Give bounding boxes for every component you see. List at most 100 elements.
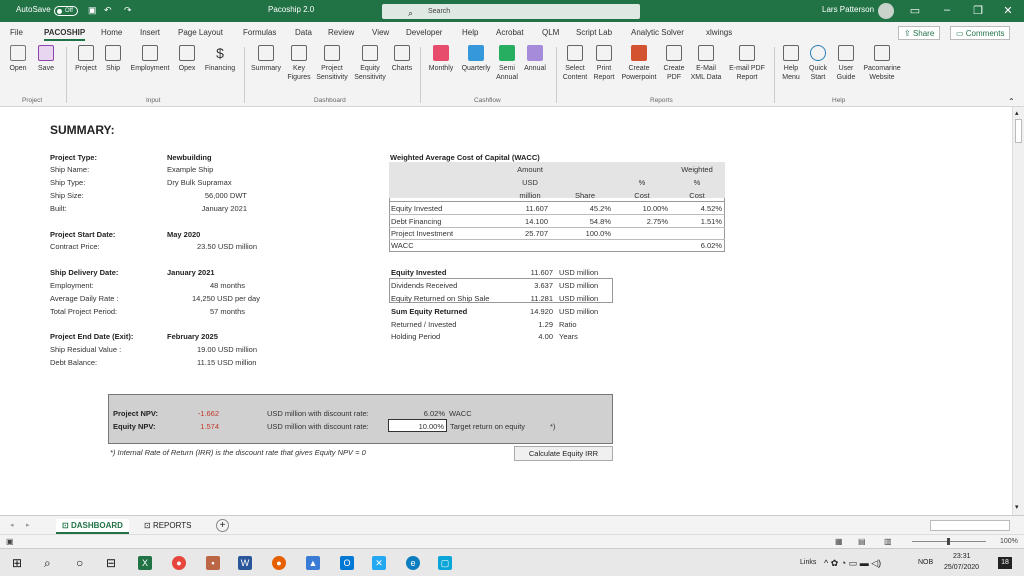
excel-icon[interactable]: X [138, 556, 152, 570]
zoom-slider-thumb[interactable] [947, 538, 950, 545]
clock-time[interactable]: 23:31 [953, 553, 971, 560]
links-label[interactable]: Links [800, 559, 816, 566]
equity-unit: USD million [559, 294, 599, 303]
firefox-icon[interactable]: ● [272, 556, 286, 570]
tab-next-icon[interactable]: ▸ [26, 521, 30, 529]
macro-icon[interactable]: ▣ [6, 537, 14, 546]
equity-sensitivity-button[interactable]: Equity Sensitivity [350, 45, 390, 82]
open-button[interactable]: Open [6, 45, 30, 73]
search-icon[interactable]: ⌕ [44, 556, 51, 571]
financing-button[interactable]: $ Financing [201, 45, 239, 73]
tab-page-layout[interactable]: Page Layout [178, 28, 223, 37]
page-break-view-icon[interactable]: ▥ [884, 537, 892, 546]
tab-pacoship[interactable]: PACOSHIP [44, 28, 86, 41]
restore-icon[interactable]: ❐ [968, 4, 988, 17]
lock-icon: ⊡ [62, 521, 71, 530]
app-icon[interactable]: ▲ [306, 556, 320, 570]
app-icon[interactable]: ▢ [438, 556, 452, 570]
avatar[interactable] [878, 3, 894, 19]
tab-formulas[interactable]: Formulas [243, 28, 276, 37]
page-layout-view-icon[interactable]: ▤ [858, 537, 866, 546]
opex-button[interactable]: Opex [175, 45, 199, 73]
tab-prev-icon[interactable]: ◂ [10, 521, 14, 529]
normal-view-icon[interactable]: ▦ [835, 537, 843, 546]
quarterly-button[interactable]: Quarterly [458, 45, 494, 73]
edge-icon[interactable]: e [406, 556, 420, 570]
windows-start-icon[interactable]: ⊞ [12, 556, 22, 570]
zoom-level[interactable]: 100% [1000, 538, 1018, 545]
scroll-down-icon[interactable]: ▾ [1015, 503, 1019, 511]
tab-insert[interactable]: Insert [140, 28, 160, 37]
close-icon[interactable]: ✕ [998, 4, 1018, 17]
tab-script-lab[interactable]: Script Lab [576, 28, 612, 37]
add-sheet-icon[interactable]: + [216, 519, 229, 532]
tab-view[interactable]: View [372, 28, 389, 37]
share-button[interactable]: ⇪ Share [898, 26, 941, 40]
summary-button[interactable]: Summary [248, 45, 284, 73]
vertical-scrollbar[interactable]: ▴ ▾ [1012, 107, 1024, 515]
tab-acrobat[interactable]: Acrobat [496, 28, 524, 37]
tab-analytic-solver[interactable]: Analytic Solver [631, 28, 684, 37]
create-pdf-button[interactable]: Create PDF [660, 45, 688, 82]
email-pdf-button[interactable]: E-mail PDF Report [724, 45, 770, 82]
annual-button[interactable]: Annual [520, 45, 550, 73]
clock-date[interactable]: 25/07/2020 [944, 564, 979, 571]
tray-icons[interactable]: ^ ✿ ◔ ▭ ▬ ◁) [824, 558, 881, 569]
pacomarine-website-button[interactable]: Pacomarine Website [860, 45, 904, 82]
calculate-equity-irr-button[interactable]: Calculate Equity IRR [514, 446, 613, 461]
save-icon[interactable]: ▣ [88, 5, 97, 16]
tab-qlm[interactable]: QLM [542, 28, 559, 37]
help-menu-button[interactable]: Help Menu [778, 45, 804, 82]
word-icon[interactable]: W [238, 556, 252, 570]
notifications-icon[interactable]: 18 [998, 557, 1012, 569]
create-powerpoint-button[interactable]: Create Powerpoint [618, 45, 660, 82]
employment-button[interactable]: Employment [126, 45, 174, 73]
chrome-icon[interactable]: ● [172, 556, 186, 570]
tab-xlwings[interactable]: xlwings [706, 28, 732, 37]
undo-icon[interactable]: ↶ [104, 5, 112, 16]
email-xml-button[interactable]: E-Mail XML Data [688, 45, 724, 82]
horizontal-scrollbar[interactable] [930, 520, 1010, 531]
target-return-input[interactable]: 10.00% [388, 419, 447, 432]
tab-file[interactable]: File [10, 28, 23, 37]
vscode-icon[interactable]: ✕ [372, 556, 386, 570]
minimize-icon[interactable]: – [937, 4, 957, 16]
scroll-thumb[interactable] [1015, 119, 1022, 143]
app-icon[interactable]: ▪ [206, 556, 220, 570]
equity-value: 11.281 [530, 294, 553, 303]
tab-review[interactable]: Review [328, 28, 354, 37]
sheet-tabs: ◂ ▸ ⊡ DASHBOARD ⊡ REPORTS + [0, 515, 1024, 534]
project-sensitivity-button[interactable]: Project Sensitivity [314, 45, 350, 82]
outlook-icon[interactable]: O [340, 556, 354, 570]
comments-button[interactable]: ▭ Comments [950, 26, 1011, 40]
key-figures-button[interactable]: Key Figures [284, 45, 314, 82]
ribbon-display-icon[interactable]: ▭ [905, 4, 925, 17]
value-delivery-date: January 2021 [167, 268, 215, 277]
monthly-button[interactable]: Monthly [426, 45, 456, 73]
autosave-toggle[interactable]: Off [54, 6, 78, 16]
tab-help[interactable]: Help [462, 28, 478, 37]
print-report-button[interactable]: Print Report [590, 45, 618, 82]
cortana-icon[interactable]: ○ [76, 556, 83, 570]
tab-home[interactable]: Home [101, 28, 122, 37]
label-ship-size: Ship Size: [50, 191, 84, 200]
redo-icon[interactable]: ↷ [124, 5, 132, 16]
tab-dashboard[interactable]: ⊡ DASHBOARD [56, 519, 129, 534]
select-content-button[interactable]: Select Content [560, 45, 590, 82]
charts-button[interactable]: Charts [390, 45, 414, 73]
tab-reports[interactable]: ⊡ REPORTS [138, 519, 197, 532]
quick-start-button[interactable]: Quick Start [804, 45, 832, 82]
worksheet[interactable]: SUMMARY: Project Type: Ship Name: Ship T… [0, 113, 1012, 515]
user-guide-button[interactable]: User Guide [832, 45, 860, 82]
task-view-icon[interactable]: ⊟ [106, 556, 116, 570]
semi-annual-button[interactable]: Semi Annual [494, 45, 520, 82]
search-input[interactable]: ⌕ Search [382, 4, 640, 19]
scroll-up-icon[interactable]: ▴ [1015, 109, 1019, 117]
save-button[interactable]: Save [34, 45, 58, 73]
tab-developer[interactable]: Developer [406, 28, 442, 37]
collapse-ribbon-icon[interactable]: ⌃ [1008, 97, 1015, 106]
ship-button[interactable]: Ship [102, 45, 124, 73]
tab-data[interactable]: Data [295, 28, 312, 37]
project-button[interactable]: Project [72, 45, 100, 73]
language-label[interactable]: NOB [918, 559, 933, 566]
